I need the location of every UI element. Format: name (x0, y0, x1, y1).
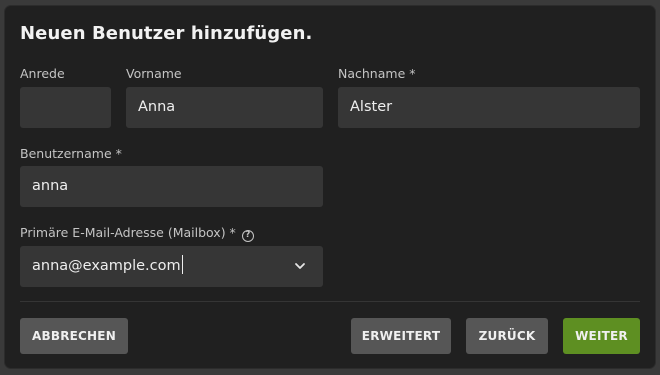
next-button[interactable]: WEITER (563, 318, 640, 354)
advanced-button[interactable]: ERWEITERT (351, 318, 451, 354)
email-label: Primäre E-Mail-Adresse (Mailbox) *? (20, 225, 254, 242)
cancel-button[interactable]: ABBRECHEN (20, 318, 128, 354)
email-select[interactable]: anna@example.com (20, 246, 323, 287)
back-button[interactable]: ZURÜCK (466, 318, 548, 354)
last-name-label: Nachname * (338, 66, 416, 81)
footer-divider (20, 301, 640, 302)
chevron-down-icon[interactable] (293, 259, 307, 273)
username-field[interactable]: anna (20, 166, 323, 207)
help-circle-icon[interactable]: ? (241, 230, 254, 242)
email-value: anna@example.com (32, 258, 181, 274)
salutation-field[interactable] (20, 87, 111, 128)
email-label-text: Primäre E-Mail-Adresse (Mailbox) * (20, 225, 236, 240)
first-name-label: Vorname (126, 66, 182, 81)
first-name-field[interactable]: Anna (126, 87, 323, 128)
text-caret (181, 255, 183, 274)
salutation-label: Anrede (20, 66, 65, 81)
add-user-dialog: Neuen Benutzer hinzufügen. Anrede Vornam… (5, 6, 655, 368)
last-name-field[interactable]: Alster (338, 87, 640, 128)
username-label: Benutzername * (20, 146, 122, 161)
dialog-title: Neuen Benutzer hinzufügen. (20, 23, 313, 44)
